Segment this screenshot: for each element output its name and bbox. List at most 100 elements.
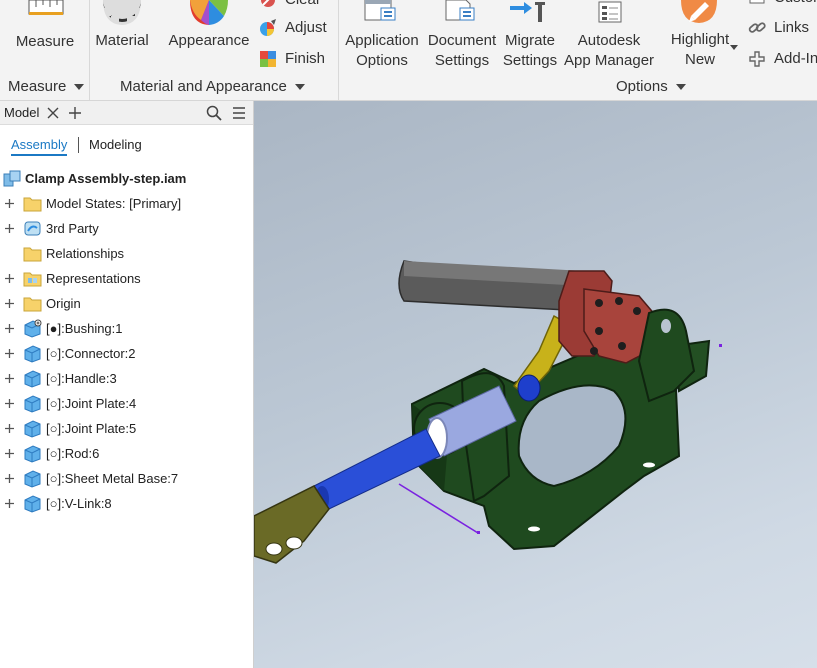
expand-plus-icon[interactable] — [4, 398, 15, 409]
handle[interactable] — [398, 260, 585, 312]
panel-header: Model — [0, 101, 253, 125]
tree-item-label: Model States: [Primary] — [46, 196, 182, 211]
third-party-icon — [24, 221, 41, 236]
material-appearance-group-label[interactable]: Material and Appearance — [120, 78, 305, 95]
tree-item-label: [○]:Joint Plate:4 — [46, 396, 137, 411]
expand-plus-icon[interactable] — [4, 223, 15, 234]
measure-button[interactable]: Measure — [8, 0, 82, 56]
document-settings-button[interactable]: Document Settings — [425, 0, 499, 72]
finish-button[interactable]: Finish — [259, 48, 333, 70]
application-options-line2: Options — [356, 52, 408, 69]
link-chain-icon — [748, 22, 766, 33]
material-button[interactable]: Material — [92, 0, 152, 56]
3d-viewport[interactable] — [254, 101, 817, 668]
subtab-modeling[interactable]: Modeling — [89, 137, 142, 152]
expand-plus-icon[interactable] — [4, 423, 15, 434]
tree-item[interactable]: [○]:Joint Plate:5 — [0, 416, 253, 441]
part-icon — [24, 395, 41, 413]
application-options-icon — [364, 0, 396, 21]
add-ins-label: Add-Ins — [774, 50, 817, 67]
adjust-appearance-icon — [260, 19, 276, 36]
tree-item-label: [○]:Connector:2 — [46, 346, 136, 361]
tree-item-label: [●]:Bushing:1 — [46, 321, 123, 336]
links-button[interactable]: Links — [748, 17, 817, 39]
part-icon — [24, 445, 41, 463]
connector[interactable] — [254, 485, 330, 564]
model-tab[interactable]: Model — [0, 101, 39, 125]
highlight-new-button[interactable]: Highlight New — [664, 0, 742, 72]
app-manager-button[interactable]: Autodesk App Manager — [560, 0, 658, 72]
ribbon: Measure Material Appearance Clear — [0, 0, 817, 101]
tree-item[interactable]: [○]:Connector:2 — [0, 341, 253, 366]
clamp-assembly-model[interactable] — [254, 101, 817, 668]
tree-item[interactable]: [●]:Bushing:1 — [0, 316, 253, 341]
appearance-label: Appearance — [168, 32, 250, 49]
expand-plus-icon[interactable] — [4, 348, 15, 359]
tree-item-label: [○]:Handle:3 — [46, 371, 117, 386]
customize-button[interactable]: Customize — [748, 0, 817, 9]
document-settings-line2: Settings — [434, 52, 490, 69]
subtab-assembly[interactable]: Assembly — [11, 137, 68, 156]
app-manager-line2: App Manager — [563, 52, 655, 69]
rod[interactable] — [313, 428, 441, 512]
tree-root-assembly[interactable]: Clamp Assembly-step.iam — [0, 166, 253, 191]
expand-plus-icon[interactable] — [4, 473, 15, 484]
expand-plus-icon[interactable] — [4, 323, 15, 334]
measure-label: Measure — [15, 33, 75, 50]
measure-group-label[interactable]: Measure — [8, 78, 85, 95]
application-options-button[interactable]: Application Options — [341, 0, 423, 72]
tree-item[interactable]: [○]:Handle:3 — [0, 366, 253, 391]
measure-point — [477, 531, 480, 534]
folder-icon — [23, 197, 42, 212]
highlight-new-line1: Highlight — [670, 31, 730, 48]
tree-item[interactable]: Origin — [0, 291, 253, 316]
subtab-divider — [78, 137, 79, 153]
color-wheel-icon — [190, 0, 228, 25]
checker-material-icon — [103, 0, 141, 25]
add-ins-button[interactable]: Add-Ins — [748, 48, 817, 70]
tree-item[interactable]: 3rd Party — [0, 216, 253, 241]
tree-item[interactable]: Model States: [Primary] — [0, 191, 253, 216]
clear-button[interactable]: Clear — [259, 0, 329, 11]
folder-icon — [23, 247, 42, 262]
adjust-button[interactable]: Adjust — [259, 17, 333, 39]
part-icon — [24, 470, 41, 488]
expand-plus-icon[interactable] — [4, 498, 15, 509]
chevron-down-icon — [74, 84, 85, 91]
appearance-button[interactable]: Appearance — [164, 0, 254, 56]
tree-item[interactable]: [○]:Sheet Metal Base:7 — [0, 466, 253, 491]
part-icon — [24, 345, 41, 363]
close-icon[interactable] — [44, 104, 62, 122]
folder-icon — [23, 297, 42, 312]
part-grounded-icon — [24, 319, 42, 338]
finish-icon — [260, 51, 276, 67]
hamburger-menu-icon[interactable] — [230, 104, 248, 122]
highlight-new-icon — [681, 0, 717, 23]
search-icon[interactable] — [205, 104, 223, 122]
tree-item-label: [○]:Rod:6 — [46, 446, 100, 461]
expand-plus-icon[interactable] — [4, 298, 15, 309]
add-tab-plus-icon[interactable] — [66, 104, 84, 122]
expand-plus-icon[interactable] — [4, 448, 15, 459]
migrate-settings-button[interactable]: Migrate Settings — [500, 0, 560, 72]
tree-item[interactable]: Relationships — [0, 241, 253, 266]
options-group-label[interactable]: Options — [616, 78, 686, 95]
measure-point — [719, 344, 722, 347]
customize-icon — [749, 0, 765, 4]
expand-plus-icon[interactable] — [4, 273, 15, 284]
links-label: Links — [774, 19, 810, 36]
measure-icon — [28, 0, 64, 15]
document-settings-line1: Document — [427, 32, 497, 49]
tree-item-label: [○]:Joint Plate:5 — [46, 421, 137, 436]
part-icon — [24, 370, 41, 388]
tree-item[interactable]: Representations — [0, 266, 253, 291]
tree-item[interactable]: [○]:V-Link:8 — [0, 491, 253, 516]
ribbon-separator — [89, 0, 90, 100]
tree-item[interactable]: [○]:Joint Plate:4 — [0, 391, 253, 416]
model-tab-label: Model — [4, 105, 40, 120]
chevron-down-icon — [294, 84, 305, 91]
expand-plus-icon[interactable] — [4, 198, 15, 209]
tree-item[interactable]: [○]:Rod:6 — [0, 441, 253, 466]
migrate-settings-line1: Migrate — [504, 32, 556, 49]
expand-plus-icon[interactable] — [4, 373, 15, 384]
